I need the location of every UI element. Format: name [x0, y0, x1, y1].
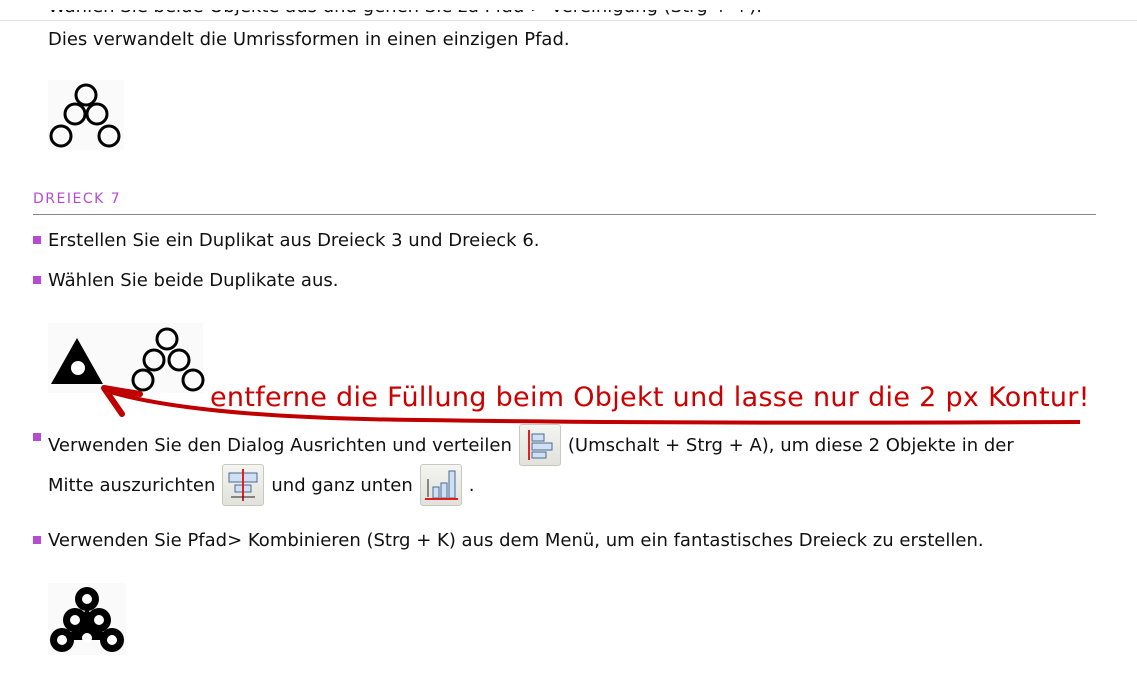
circles-union-image [48, 80, 124, 150]
list-item: Erstellen Sie ein Duplikat aus Dreieck 3… [48, 230, 540, 251]
center-on-vertical-axis-icon [222, 464, 265, 506]
step-text: Mitte auszurichten [48, 474, 216, 496]
step-text: und ganz unten [271, 474, 413, 496]
align-bottom-edges-icon [419, 464, 462, 506]
bullet-icon [33, 433, 41, 441]
paragraph: Dies verwandelt die Umrissformen in eine… [48, 29, 570, 50]
step-text: . [468, 474, 475, 496]
step-text: (Umschalt + Strg + A), um diese 2 Objekt… [567, 434, 1014, 456]
top-divider [0, 20, 1137, 21]
step-text: Verwenden Sie den Dialog Ausrichten und … [48, 434, 512, 456]
cut-off-text: Wählen Sie beide Objekte aus und gehen S… [48, 0, 763, 17]
section-heading: DREIECK 7 [33, 191, 122, 207]
section-divider [33, 214, 1096, 215]
list-item: Wählen Sie beide Duplikate aus. [48, 270, 339, 291]
bullet-icon [33, 536, 41, 544]
align-left-edges-icon [518, 424, 561, 466]
bullet-icon [33, 236, 41, 244]
combined-triangle-image [48, 583, 126, 655]
bullet-icon [33, 276, 41, 284]
list-item: Verwenden Sie Pfad> Kombinieren (Strg + … [48, 530, 984, 551]
annotation-text: entferne die Füllung beim Objekt und las… [210, 382, 1090, 413]
